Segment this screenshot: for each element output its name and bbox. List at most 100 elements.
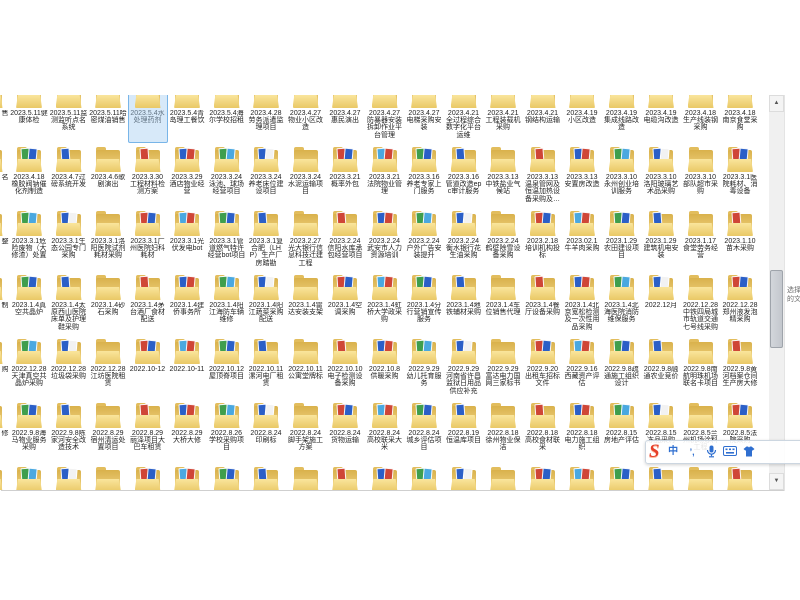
file-item[interactable]: 2023.2.27光大银行信息科技迁建工程	[286, 211, 326, 267]
file-item[interactable]	[9, 467, 49, 490]
file-item[interactable]	[246, 467, 286, 490]
file-item[interactable]: 2022.8.29丽泽项目大巴车租赁	[128, 403, 168, 452]
file-item[interactable]: 2023.1.4虹桥大学政采购	[365, 275, 405, 324]
file-item[interactable]: 2023.3.21法院物业管理	[365, 147, 405, 196]
file-item[interactable]: 2023.3.21概率外包	[325, 147, 365, 188]
file-item[interactable]: 2023.4.27电梯采购安装	[404, 95, 444, 132]
file-item[interactable]: 2022.10-12	[128, 339, 168, 373]
file-item[interactable]: 2022.9.8海马物业服务采购	[9, 403, 49, 452]
file-item[interactable]	[483, 467, 523, 490]
file-item[interactable]	[167, 467, 207, 490]
file-item[interactable]: 2023.3.10永州创业培训服务	[602, 147, 642, 196]
file-item[interactable]: 2023.2.24信阳水库承包经营项目	[325, 211, 365, 260]
file-item[interactable]	[365, 467, 405, 490]
file-item[interactable]: 2023.1.17食堂劳务经营	[681, 211, 721, 260]
file-item[interactable]: 2022.8.29大桥大修	[167, 403, 207, 444]
file-item[interactable]: 2023.5.4海尔学校招租	[207, 95, 247, 124]
microphone-icon[interactable]	[702, 442, 721, 462]
file-item[interactable]: 2022.8.24城乡评估项目	[404, 403, 444, 452]
file-item[interactable]: 2023.3.1光伏发电bot	[167, 211, 207, 252]
file-item[interactable]: 2023.4.19电缆沟改造	[641, 95, 681, 124]
file-item[interactable]: 2023.2.24户外广告安装提升	[404, 211, 444, 260]
file-item[interactable]: 2023.1.29农田建设项目	[602, 211, 642, 260]
file-item[interactable]: 2022.9.8南航明珠机场联名卡项目	[681, 339, 721, 388]
scrollbar-up-button[interactable]: ▲	[769, 95, 784, 112]
file-item[interactable]: 2022.8.19恒温库项目	[444, 403, 484, 444]
file-item[interactable]: 2023.3.16管道改造epc审计服务	[444, 147, 484, 196]
file-item[interactable]: 2023.4.19小区改造	[562, 95, 602, 124]
file-item[interactable]: 2023.2.24衡水银行花生油采购	[444, 211, 484, 260]
ime-toolbar[interactable]: S 中 ’,	[645, 440, 800, 464]
file-item[interactable]: 2023.3.1复合肥（LHP）生产厂房踏勘	[246, 211, 286, 267]
file-item[interactable]: 2023.2.24鹤壁除雪设备采购	[483, 211, 523, 260]
file-item[interactable]: 2023.3.29酒店物业经营	[167, 147, 207, 196]
file-item[interactable]: 2022.8.24货物运输	[325, 403, 365, 444]
file-item[interactable]	[88, 467, 128, 490]
file-item[interactable]: 2022.9.20出租车招标文件	[523, 339, 563, 388]
file-item[interactable]: 2023.3.10部队超市采购	[681, 147, 721, 196]
file-item[interactable]: 2022.10.10电子检测设备采购	[325, 339, 365, 388]
file-item[interactable]: 2022.8.15冻品采购	[641, 403, 681, 444]
file-item[interactable]: 2023.3.16养老专家上门服务	[404, 147, 444, 196]
sogou-logo-icon[interactable]: S	[649, 442, 660, 461]
file-item[interactable]: 2023.1.4车位销售代理	[483, 275, 523, 316]
file-item[interactable]	[681, 467, 721, 490]
file-item[interactable]: 2023.4.27惠民演出	[325, 95, 365, 124]
file-item[interactable]	[207, 467, 247, 490]
file-item[interactable]: 2023.5.4青岛理工餐饮	[167, 95, 207, 124]
file-item[interactable]: 2023.1.4北京宽松检测及一次性用品采购	[562, 275, 602, 331]
file-item[interactable]: 2022.9.29富达电力国网三家标书	[483, 339, 523, 388]
file-item[interactable]: 2023.1.29建筑机电安装	[641, 211, 681, 260]
file-item[interactable]: 2023.5.11监测监听点名系统	[49, 95, 89, 132]
file-item[interactable]: 2023.1.4空调采购	[325, 275, 365, 316]
chinese-mode-icon[interactable]: 中	[664, 442, 683, 462]
file-item[interactable]: 2022.9.8陈家河安全改造技术	[49, 403, 89, 452]
file-item[interactable]: 2023.5.11健康体检	[9, 95, 49, 124]
file-item[interactable]: 2023.4.21全过程综合数字化平台运维	[444, 95, 484, 139]
scrollbar-down-button[interactable]: ▼	[769, 473, 784, 490]
file-item[interactable]: 2023.3.13中铁盐业气候站	[483, 147, 523, 196]
file-item[interactable]: 2022.9.8融通农业竞价	[641, 339, 681, 380]
file-item[interactable]: 2023.1.4北海医院消防维保服务	[602, 275, 642, 324]
file-item[interactable]: 2023.4.27防暴器安装拆卸作业平台管理	[365, 95, 405, 139]
file-item[interactable]: 2023.3.24水泥运输项目	[286, 147, 326, 196]
keyboard-icon[interactable]	[721, 442, 740, 462]
file-item[interactable]: 2023.1.4雷达安装支架	[286, 275, 326, 316]
file-item[interactable]	[128, 467, 168, 490]
file-item[interactable]: 2023.4.28劳务派遣监理项目	[246, 95, 286, 132]
file-item[interactable]: 2022.9.8疏通施工组织设计	[602, 339, 642, 388]
file-item[interactable]: 2023.1.4真空共晶炉	[9, 275, 49, 316]
file-item[interactable]: 2023.4.18生产线装钢采购	[681, 95, 721, 132]
file-item[interactable]: 2022.9.29幼儿托育服务	[404, 339, 444, 388]
file-item[interactable]: 2022.8.5法院采购	[720, 403, 760, 444]
file-item[interactable]: 2023.4.21钢结构运输	[523, 95, 563, 124]
file-item[interactable]: 2023.5.11哈密煤油销售	[88, 95, 128, 124]
file-item[interactable]: 2022.8.18高校食材联采	[523, 403, 563, 452]
file-item[interactable]: 2023.4.18南京食堂采购	[720, 95, 760, 132]
scrollbar-thumb[interactable]	[770, 270, 783, 348]
file-item[interactable]: 2023.2.24武安市人力资源培训	[365, 211, 405, 260]
file-item[interactable]: 2022.12.28江坊医院租赁	[88, 339, 128, 388]
file-item[interactable]	[286, 467, 326, 490]
file-item[interactable]: 2022.9.8黄河档案仓间生产房大修	[720, 339, 760, 388]
file-item[interactable]: 2022.10.8供暖采购	[365, 339, 405, 380]
file-item[interactable]: 2022.8.18电力施工组织	[562, 403, 602, 452]
file-item[interactable]: 2022.10.11公寓堂牌标	[286, 339, 326, 380]
file-item[interactable]: 2022.10-11	[167, 339, 207, 373]
file-item[interactable]: 2023.3.1广州医院妇科耗材	[128, 211, 168, 260]
file-item[interactable]: 2023.1.4阳江海防车辆维修	[207, 275, 247, 324]
file-item[interactable]: 2023.4.7过磅系统开发	[49, 147, 89, 188]
file-item[interactable]: 2022.9.16西藏资产评估	[562, 339, 602, 388]
file-item[interactable]: 2022.8.15房地产评估	[602, 403, 642, 444]
file-item[interactable]: 2022.8.24脚手架施工方案	[286, 403, 326, 452]
file-item[interactable]: 2022.8.29宿州清运处置项目	[88, 403, 128, 452]
file-item[interactable]: 2023.1.4建侨事务所	[167, 275, 207, 316]
file-item[interactable]: 2022.8.26学校采购项目	[207, 403, 247, 452]
file-item[interactable]: 2023.4.18橡胶阀钠催化剂制造	[9, 147, 49, 196]
file-item[interactable]	[602, 467, 642, 490]
file-item[interactable]: 2022.10.11漯河电厂租赁	[246, 339, 286, 388]
file-item[interactable]: 2023.1.4阳江蔬菜采购配送	[246, 275, 286, 324]
file-item[interactable]: 2023.3.1管道燃气特许经营bot项目	[207, 211, 247, 260]
file-item[interactable]	[720, 467, 760, 490]
file-item[interactable]: 2023.3.13安置房改造	[562, 147, 602, 188]
